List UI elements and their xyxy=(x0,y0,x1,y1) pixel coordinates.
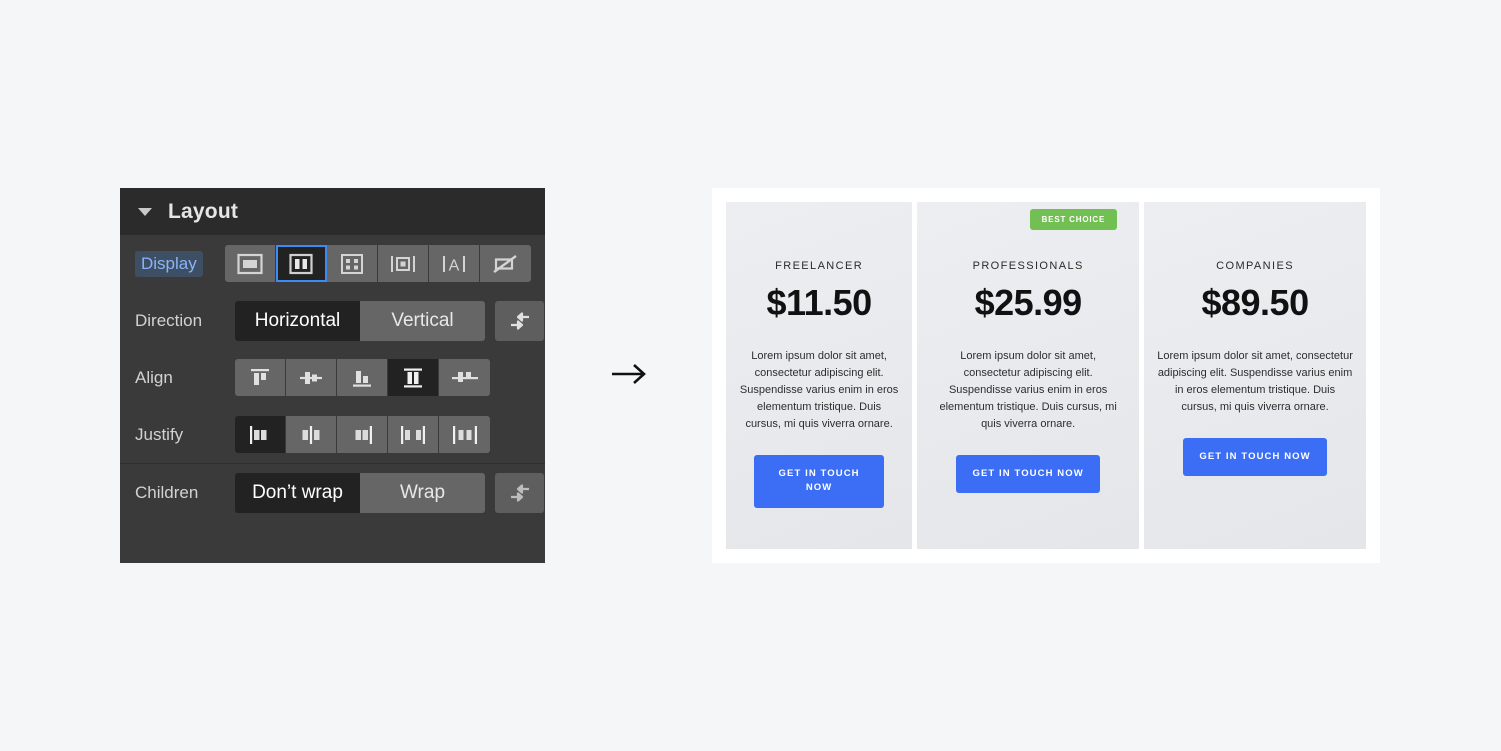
row-align: Align xyxy=(120,349,545,406)
justify-space-between-button[interactable] xyxy=(388,416,439,453)
plan-name: PROFESSIONALS xyxy=(972,260,1084,272)
pricing-card-list: FREELANCER $11.50 Lorem ipsum dolor sit … xyxy=(726,202,1366,549)
row-direction: Direction Horizontal Vertical xyxy=(120,292,545,349)
display-grid-icon xyxy=(340,253,363,274)
screenshot-stage: Layout Display A Direction Horizontal Ve… xyxy=(0,0,1501,751)
align-stretch-button[interactable] xyxy=(388,359,439,396)
display-inline-button[interactable]: A xyxy=(428,245,480,282)
pricing-card: FREELANCER $11.50 Lorem ipsum dolor sit … xyxy=(726,202,913,549)
get-in-touch-button[interactable]: GET IN TOUCH NOW xyxy=(956,455,1100,494)
reverse-direction-icon xyxy=(510,311,529,330)
layout-panel: Layout Display A Direction Horizontal Ve… xyxy=(120,188,545,563)
get-in-touch-button[interactable]: GET IN TOUCH NOW xyxy=(1183,438,1327,477)
align-center-icon xyxy=(300,371,322,384)
align-center-button[interactable] xyxy=(286,359,337,396)
status-badge: BEST CHOICE xyxy=(1029,209,1118,230)
flow-arrow xyxy=(608,358,652,390)
plan-description: Lorem ipsum dolor sit amet, consectetur … xyxy=(1157,350,1353,414)
row-display: Display A xyxy=(120,235,545,292)
direction-horizontal-button[interactable]: Horizontal xyxy=(235,300,360,341)
display-block-button[interactable] xyxy=(224,245,276,282)
display-flex-icon xyxy=(289,253,313,274)
row-label-display[interactable]: Display xyxy=(135,250,203,277)
svg-text:A: A xyxy=(448,257,459,274)
align-end-icon xyxy=(353,370,371,387)
children-wrap-button[interactable]: Wrap xyxy=(360,472,485,513)
children-dont-wrap-button[interactable]: Don’t wrap xyxy=(235,472,360,513)
display-block-icon xyxy=(237,253,263,274)
plan-description: Lorem ipsum dolor sit amet, consectetur … xyxy=(739,350,899,431)
align-baseline-icon xyxy=(451,371,478,382)
arrow-right-icon xyxy=(612,364,646,384)
row-label-children: Children xyxy=(135,482,199,502)
pricing-card: COMPANIES $89.50 Lorem ipsum dolor sit a… xyxy=(1144,202,1366,549)
direction-vertical-button[interactable]: Vertical xyxy=(360,300,485,341)
row-label-justify: Justify xyxy=(135,424,184,444)
page-title: Layout xyxy=(168,199,239,223)
row-justify: Justify xyxy=(120,406,545,463)
justify-center-icon xyxy=(302,425,320,444)
plan-price: $25.99 xyxy=(974,282,1083,323)
row-children: Children Don’t wrap Wrap xyxy=(120,464,545,521)
direction-option-group: Horizontal Vertical xyxy=(235,300,485,341)
reverse-wrap-button[interactable] xyxy=(495,472,544,513)
display-option-group: A xyxy=(224,245,531,282)
pricing-preview: FREELANCER $11.50 Lorem ipsum dolor sit … xyxy=(712,188,1380,563)
display-inline-block-button[interactable] xyxy=(377,245,429,282)
row-label-direction: Direction xyxy=(135,310,203,330)
children-wrap-option-group: Don’t wrap Wrap xyxy=(235,472,485,513)
align-start-button[interactable] xyxy=(235,359,286,396)
display-inline-icon: A xyxy=(442,255,465,274)
plan-price: $89.50 xyxy=(1201,282,1309,323)
align-baseline-button[interactable] xyxy=(439,359,490,396)
justify-space-around-icon xyxy=(452,425,477,444)
justify-space-between-icon xyxy=(401,425,425,444)
reverse-wrap-icon xyxy=(510,483,529,502)
plan-description: Lorem ipsum dolor sit amet, consectetur … xyxy=(939,350,1117,431)
justify-option-group xyxy=(235,416,490,453)
pricing-card: BEST CHOICE PROFESSIONALS $25.99 Lorem i… xyxy=(917,202,1140,549)
justify-space-around-button[interactable] xyxy=(439,416,490,453)
display-flex-button[interactable] xyxy=(275,245,327,282)
align-option-group xyxy=(235,359,490,396)
display-none-button[interactable] xyxy=(479,245,531,282)
display-inline-block-icon xyxy=(390,255,415,272)
justify-start-button[interactable] xyxy=(235,416,286,453)
row-label-align: Align xyxy=(135,367,173,387)
plan-name: COMPANIES xyxy=(1216,260,1294,272)
reverse-direction-button[interactable] xyxy=(495,300,544,341)
align-end-button[interactable] xyxy=(337,359,388,396)
display-grid-button[interactable] xyxy=(326,245,378,282)
justify-center-button[interactable] xyxy=(286,416,337,453)
get-in-touch-button[interactable]: GET IN TOUCH NOW xyxy=(754,455,885,508)
justify-end-icon xyxy=(355,425,372,444)
plan-name: FREELANCER xyxy=(775,260,864,272)
caret-down-icon[interactable] xyxy=(138,207,152,216)
align-stretch-icon xyxy=(404,368,422,387)
layout-panel-header[interactable]: Layout xyxy=(120,188,545,235)
display-none-icon xyxy=(493,254,517,273)
align-start-icon xyxy=(251,368,269,385)
plan-price: $11.50 xyxy=(766,282,873,323)
justify-start-icon xyxy=(250,425,267,444)
layout-panel-body: Display A Direction Horizontal Vertical … xyxy=(120,235,545,521)
justify-end-button[interactable] xyxy=(337,416,388,453)
